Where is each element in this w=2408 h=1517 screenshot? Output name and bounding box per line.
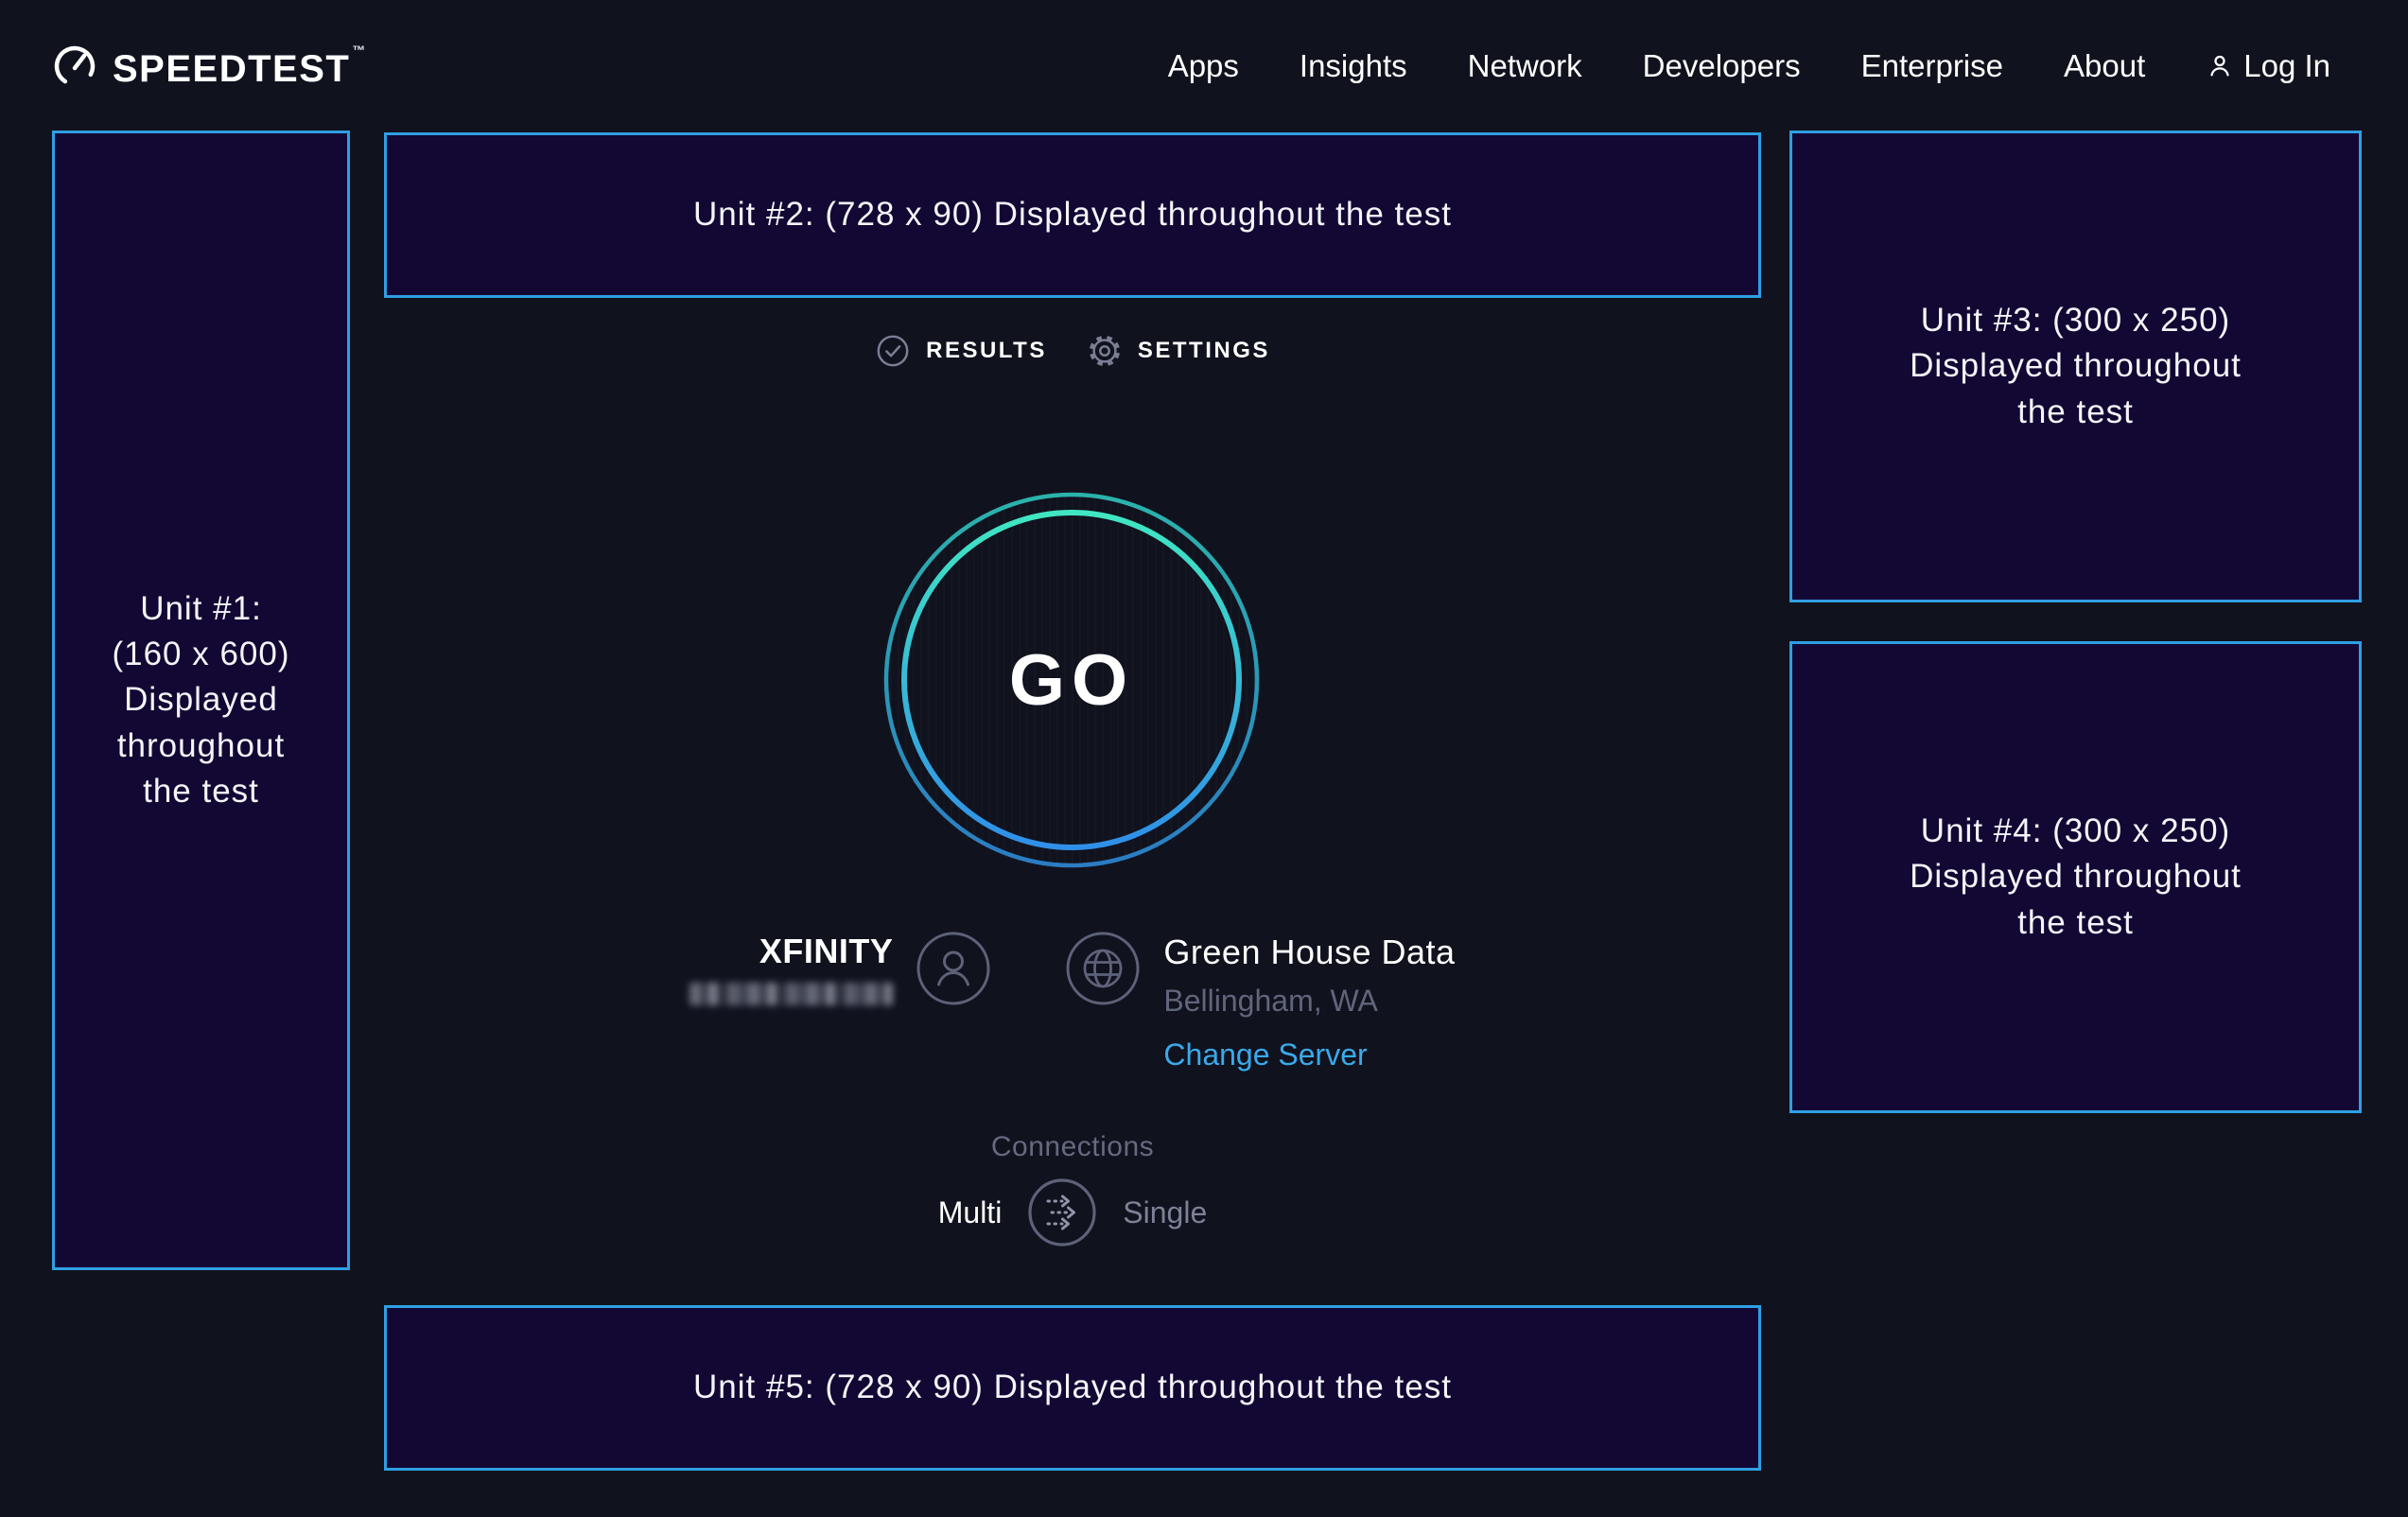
ad-text-line: Unit #3: (300 x 250)	[1921, 298, 2230, 343]
ad-text-line: the test	[2017, 900, 2134, 946]
login-label: Log In	[2243, 48, 2330, 84]
speedometer-logo-icon	[52, 44, 97, 89]
ad-unit-3[interactable]: Unit #3: (300 x 250) Displayed throughou…	[1789, 131, 2362, 602]
go-label: GO	[1009, 639, 1134, 722]
connections-section: Connections Multi Single	[384, 1131, 1761, 1248]
login-button[interactable]: Log In	[2206, 48, 2330, 84]
server-text: Green House Data Bellingham, WA Change S…	[1163, 933, 1455, 1072]
main-nav: Apps Insights Network Developers Enterpr…	[1168, 48, 2330, 84]
ad-text-line: Displayed	[124, 677, 278, 723]
nav-item-network[interactable]: Network	[1468, 48, 1582, 84]
connections-multi-option[interactable]: Multi	[938, 1195, 1003, 1230]
ad-text-line: Unit #5: (728 x 90) Displayed throughout…	[693, 1365, 1452, 1410]
isp-name: XFINITY	[759, 932, 894, 971]
isp-block: XFINITY	[689, 931, 991, 1006]
connections-single-option[interactable]: Single	[1123, 1195, 1207, 1230]
server-location: Bellingham, WA	[1163, 984, 1377, 1019]
tab-settings[interactable]: SETTINGS	[1087, 333, 1270, 369]
connections-label: Connections	[991, 1131, 1154, 1163]
isp-detail-redacted	[689, 983, 893, 1005]
ad-text-line: Unit #1:	[140, 586, 262, 632]
ad-unit-4[interactable]: Unit #4: (300 x 250) Displayed throughou…	[1789, 641, 2362, 1113]
nav-item-enterprise[interactable]: Enterprise	[1861, 48, 2003, 84]
nav-item-insights[interactable]: Insights	[1300, 48, 1407, 84]
person-circle-icon	[916, 931, 991, 1006]
ad-text-line: (160 x 600)	[112, 632, 289, 677]
speedtest-page: SPEEDTEST™ Apps Insights Network Develop…	[0, 0, 2408, 1517]
person-icon	[2206, 52, 2234, 80]
tab-results[interactable]: RESULTS	[875, 333, 1047, 369]
tab-results-label: RESULTS	[926, 338, 1047, 364]
globe-icon	[1065, 931, 1141, 1006]
ad-text-line: Displayed throughout	[1910, 854, 2242, 899]
ad-text-line: the test	[143, 769, 259, 814]
tab-bar: RESULTS SETTINGS	[384, 333, 1761, 369]
isp-text: XFINITY	[689, 932, 893, 1005]
ad-unit-5[interactable]: Unit #5: (728 x 90) Displayed throughout…	[384, 1305, 1761, 1471]
ad-text-line: Displayed throughout	[1910, 343, 2242, 389]
ad-text-line: throughout	[117, 724, 285, 769]
go-button[interactable]: GO	[882, 491, 1261, 869]
connections-toggle-row: Multi Single	[938, 1177, 1208, 1248]
ad-text-line: Unit #2: (728 x 90) Displayed throughout…	[693, 192, 1452, 237]
nav-item-about[interactable]: About	[2064, 48, 2145, 84]
ad-unit-1[interactable]: Unit #1: (160 x 600) Displayed throughou…	[52, 131, 350, 1270]
check-circle-icon	[875, 333, 911, 369]
speedtest-logo[interactable]: SPEEDTEST™	[52, 43, 367, 91]
header: SPEEDTEST™ Apps Insights Network Develop…	[0, 0, 2408, 132]
host-info-row: XFINITY Green House Data Bellingham, WA …	[384, 927, 1761, 1072]
ad-text-line: Unit #4: (300 x 250)	[1921, 809, 2230, 854]
server-block: Green House Data Bellingham, WA Change S…	[1065, 931, 1455, 1072]
ad-unit-2[interactable]: Unit #2: (728 x 90) Displayed throughout…	[384, 132, 1761, 298]
change-server-link[interactable]: Change Server	[1163, 1037, 1367, 1072]
ad-text-line: the test	[2017, 390, 2134, 435]
nav-item-developers[interactable]: Developers	[1643, 48, 1801, 84]
brand-name: SPEEDTEST™	[113, 43, 367, 91]
gear-icon	[1087, 333, 1123, 369]
connections-toggle-icon[interactable]	[1026, 1177, 1098, 1248]
server-name: Green House Data	[1163, 933, 1455, 972]
tab-settings-label: SETTINGS	[1138, 338, 1270, 364]
nav-item-apps[interactable]: Apps	[1168, 48, 1239, 84]
trademark-mark: ™	[352, 43, 367, 58]
